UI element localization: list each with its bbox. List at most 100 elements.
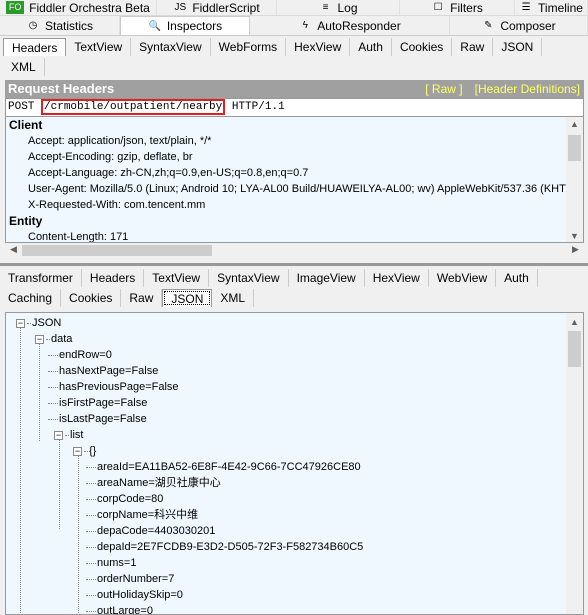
lightning-icon: ϟ	[302, 20, 308, 31]
request-tab-xml[interactable]: XML	[3, 58, 45, 76]
header-line[interactable]: Accept-Language: zh-CN,zh;q=0.9,en-US;q=…	[6, 165, 583, 181]
timeline-icon: ☰	[521, 2, 531, 13]
tree-node[interactable]: areaName=湖贝社康中心	[86, 475, 221, 491]
raw-link[interactable]: [ Raw ]	[425, 82, 462, 96]
scroll-up-icon[interactable]: ▲	[566, 317, 583, 327]
top-tab-filters[interactable]: ☐ Filters	[400, 0, 515, 15]
request-tab-raw[interactable]: Raw	[452, 38, 494, 56]
tree-node-label: corpName=科兴中维	[97, 509, 199, 521]
response-tab-imageview[interactable]: ImageView	[289, 269, 365, 287]
tree-node-expandable[interactable]: − JSON	[16, 315, 61, 331]
collapse-icon[interactable]: −	[54, 430, 63, 440]
scroll-right-icon[interactable]: ▶	[567, 244, 584, 255]
top-tab-log[interactable]: ≡ Log	[277, 0, 400, 15]
tree-node[interactable]: corpCode=80	[86, 491, 163, 507]
request-tab-webforms[interactable]: WebForms	[211, 38, 287, 56]
header-line[interactable]: Accept: application/json, text/plain, */…	[6, 133, 583, 149]
response-tab-raw[interactable]: Raw	[121, 289, 163, 307]
tree-node[interactable]: hasNextPage=False	[48, 363, 158, 379]
tree-node-label: list	[70, 429, 84, 441]
top-tab-timeline[interactable]: ☰ Timeline	[515, 0, 588, 15]
request-tab-auth[interactable]: Auth	[350, 38, 392, 56]
top-tab-fiddler-orchestra-beta[interactable]: FO Fiddler Orchestra Beta	[0, 0, 157, 15]
tree-connector	[86, 610, 96, 612]
scroll-up-icon[interactable]: ▲	[566, 119, 583, 129]
checkbox-icon: ☐	[433, 2, 443, 13]
collapse-icon[interactable]: −	[35, 334, 44, 344]
tree-node[interactable]: corpName=科兴中维	[86, 507, 198, 523]
response-tab-caching[interactable]: Caching	[0, 289, 62, 307]
fo-icon: FO	[6, 1, 25, 14]
tab-label: AutoResponder	[317, 18, 401, 33]
tree-node-label: {}	[89, 445, 97, 457]
request-tab-json[interactable]: JSON	[493, 38, 543, 56]
response-tabs: Transformer Headers TextView SyntaxView Imag…	[0, 268, 538, 288]
tree-node-label: hasNextPage=False	[59, 365, 159, 377]
scroll-thumb[interactable]	[568, 135, 581, 161]
response-tab-webview[interactable]: WebView	[429, 269, 497, 287]
tree-node-label: endRow=0	[59, 349, 112, 361]
scroll-down-icon[interactable]: ▼	[566, 231, 583, 241]
tree-node-label: nums=1	[97, 557, 137, 569]
scroll-left-icon[interactable]: ◀	[5, 244, 22, 255]
collapse-icon[interactable]: −	[16, 318, 25, 328]
main-tab-bar: ◷ Statistics 🔍 Inspectors ϟ AutoResponder ✎ Com…	[0, 16, 588, 36]
response-tab-xml[interactable]: XML	[212, 289, 255, 307]
header-group-entity: Entity	[9, 214, 43, 228]
response-tab-headers[interactable]: Headers	[82, 269, 145, 287]
header-line[interactable]: Content-Length: 171	[6, 229, 583, 242]
header-line[interactable]: Accept-Encoding: gzip, deflate, br	[6, 149, 583, 165]
splitter[interactable]	[0, 263, 588, 266]
tree-node-label: areaName=湖贝社康中心	[97, 477, 221, 489]
tree-node[interactable]: endRow=0	[48, 347, 112, 363]
response-tab-auth[interactable]: Auth	[496, 269, 538, 287]
vertical-scrollbar[interactable]: ▲ ▼	[566, 117, 583, 242]
tree-node[interactable]: hasPreviousPage=False	[48, 379, 179, 395]
tree-node[interactable]: outHolidaySkip=0	[86, 587, 183, 603]
response-tab-textview[interactable]: TextView	[144, 269, 210, 287]
response-tab-hexview[interactable]: HexView	[365, 269, 429, 287]
tree-node[interactable]: isLastPage=False	[48, 411, 147, 427]
header-line[interactable]: X-Requested-With: com.tencent.mm	[6, 197, 583, 213]
tree-node[interactable]: depaId=2E7FCDB9-E3D2-D505-72F3-F582734B6…	[86, 539, 363, 555]
response-tab-transformer[interactable]: Transformer	[0, 269, 82, 287]
tree-connector	[86, 514, 96, 516]
scroll-thumb[interactable]	[568, 331, 581, 367]
vertical-scrollbar[interactable]: ▲	[566, 313, 583, 614]
request-protocol: HTTP/1.1	[231, 101, 285, 113]
tree-node[interactable]: depaCode=4403030201	[86, 523, 215, 539]
request-tab-cookies[interactable]: Cookies	[392, 38, 453, 56]
tree-node[interactable]: isFirstPage=False	[48, 395, 147, 411]
tree-node[interactable]: nums=1	[86, 555, 136, 571]
request-tab-syntaxview[interactable]: SyntaxView	[131, 38, 211, 56]
request-tab-hexview[interactable]: HexView	[286, 38, 351, 56]
json-tree: ▲ − JSON − data endRow=0 hasNextPage=False has…	[5, 312, 584, 615]
request-tab-headers[interactable]: Headers	[3, 38, 67, 56]
tree-node-expandable[interactable]: − list	[54, 427, 83, 443]
collapse-icon[interactable]: −	[73, 446, 82, 456]
tab-composer[interactable]: ✎ Composer	[450, 16, 588, 35]
response-tab-cookies[interactable]: Cookies	[61, 289, 122, 307]
top-tab-label: Fiddler Orchestra Beta	[29, 0, 150, 15]
tree-node[interactable]: outLarge=0	[86, 603, 153, 614]
response-tab-syntaxview[interactable]: SyntaxView	[209, 269, 289, 287]
request-tab-textview[interactable]: TextView	[66, 38, 132, 56]
horizontal-scrollbar[interactable]: ◀ ▶	[5, 243, 584, 258]
scroll-thumb[interactable]	[22, 245, 212, 256]
top-tab-fiddlerscript[interactable]: JS FiddlerScript	[157, 0, 277, 15]
log-icon: ≡	[322, 2, 329, 13]
tree-line	[59, 433, 60, 529]
request-headers-list: Client Accept: application/json, text/pla…	[5, 117, 584, 243]
tree-connector	[86, 498, 96, 500]
header-line[interactable]: User-Agent: Mozilla/5.0 (Linux; Android …	[6, 181, 583, 197]
header-definitions-link[interactable]: [Header Definitions]	[475, 82, 580, 96]
tree-node-expandable[interactable]: − data	[35, 331, 72, 347]
top-tab-label: FiddlerScript	[192, 0, 260, 15]
tree-node[interactable]: orderNumber=7	[86, 571, 174, 587]
tab-statistics[interactable]: ◷ Statistics	[0, 16, 120, 35]
response-tab-json[interactable]: JSON	[162, 289, 213, 307]
tree-node[interactable]: areaId=EA11BA52-6E8F-4E42-9C66-7CC47926C…	[86, 459, 361, 475]
tab-inspectors[interactable]: 🔍 Inspectors	[120, 16, 250, 35]
tab-autoresponder[interactable]: ϟ AutoResponder	[250, 16, 450, 35]
tree-node-expandable[interactable]: −{}	[73, 443, 96, 459]
